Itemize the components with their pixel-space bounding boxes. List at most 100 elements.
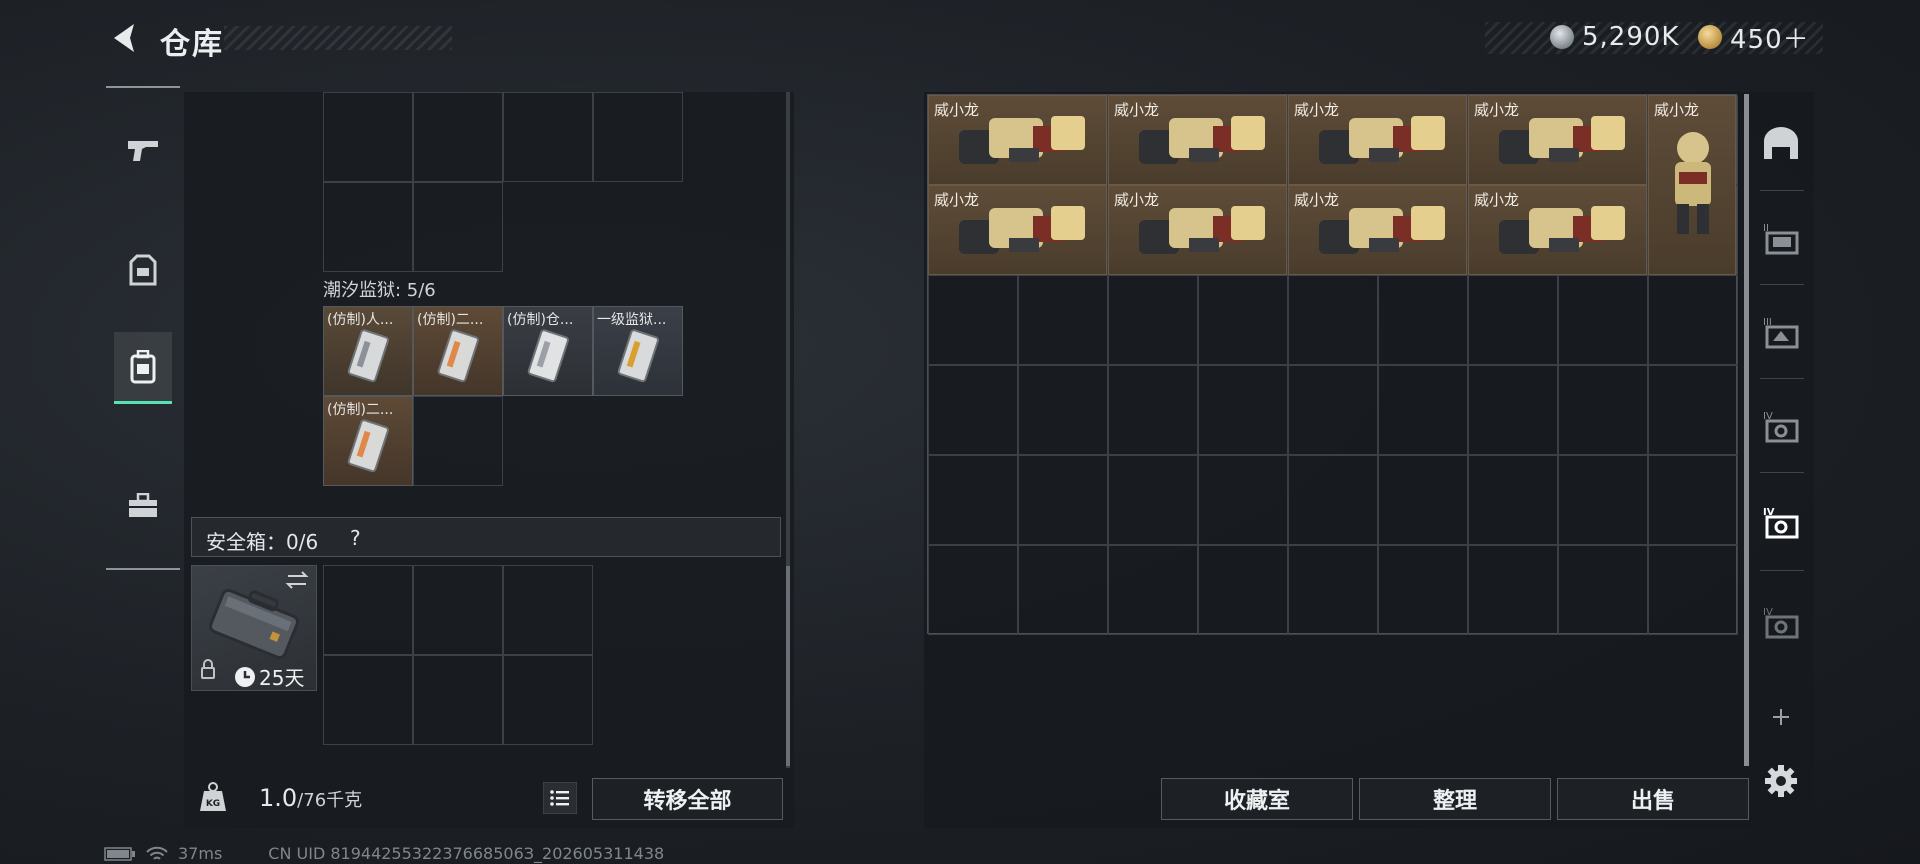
keycard-item[interactable]: (仿制)仓... [503, 306, 593, 396]
safe-grid-cell[interactable] [323, 655, 413, 745]
grid-cell[interactable] [593, 92, 683, 182]
storage-2-tab[interactable]: II [1756, 212, 1806, 262]
storage-grid-cell[interactable] [1018, 365, 1108, 455]
storage-grid-cell[interactable] [1378, 455, 1468, 545]
storage-item[interactable]: 威小龙 [1648, 95, 1736, 275]
storage-grid-cell[interactable] [928, 275, 1018, 365]
backpack-scroll-thumb[interactable] [786, 566, 790, 766]
storage-grid-cell[interactable] [1108, 275, 1198, 365]
storage-grid-cell[interactable] [928, 365, 1018, 455]
safe-box-header: 安全箱：0/6 ? [191, 517, 781, 557]
storage-grid-cell[interactable] [1288, 545, 1378, 635]
gold-coin-icon [1698, 25, 1722, 49]
safe-grid-cell[interactable] [503, 655, 593, 745]
sell-button[interactable]: 出售 [1557, 778, 1749, 820]
storage-grid-cell[interactable] [1648, 365, 1738, 455]
armor-tab[interactable] [114, 234, 172, 306]
storage-item[interactable]: 威小龙 [1468, 185, 1647, 275]
storage-main-tab[interactable] [1756, 118, 1806, 168]
storage-grid-cell[interactable] [1108, 545, 1198, 635]
storage-grid-cell[interactable] [1198, 275, 1288, 365]
storage-grid-cell[interactable] [1378, 365, 1468, 455]
storage-grid-cell[interactable] [1288, 365, 1378, 455]
ping-value: 37ms [178, 844, 223, 863]
transfer-all-button[interactable]: 转移全部 [592, 778, 783, 820]
gold-amount: 450＋ [1730, 24, 1810, 55]
storage-grid-cell[interactable] [1558, 455, 1648, 545]
help-icon[interactable]: ? [350, 526, 361, 550]
grid-cell[interactable] [323, 182, 413, 272]
storage-scrollbar[interactable] [1744, 94, 1749, 766]
storage-item[interactable]: 威小龙 [1108, 185, 1287, 275]
list-view-icon[interactable] [543, 782, 577, 814]
safe-case-slot[interactable]: 25天 [191, 565, 317, 691]
storage-grid-cell[interactable] [1378, 545, 1468, 635]
storage-grid-cell[interactable] [1468, 455, 1558, 545]
storage-grid-cell[interactable] [1558, 275, 1648, 365]
storage-item[interactable]: 威小龙 [1468, 95, 1647, 185]
storage-grid-cell[interactable] [1468, 545, 1558, 635]
expiry-timer: 25天 [234, 662, 304, 691]
plus-icon [1773, 709, 1789, 725]
storage-item[interactable]: 威小龙 [928, 185, 1107, 275]
storage-grid-cell[interactable] [1108, 365, 1198, 455]
grid-cell[interactable] [413, 182, 503, 272]
storage-item[interactable]: 威小龙 [1108, 95, 1287, 185]
storage-3-tab[interactable]: III [1756, 306, 1806, 356]
grid-cell[interactable] [503, 92, 593, 182]
storage-grid-cell[interactable] [1468, 365, 1558, 455]
storage-grid-cell[interactable] [1378, 275, 1468, 365]
storage-6-tab[interactable]: IV [1756, 596, 1806, 646]
sort-button[interactable]: 整理 [1359, 778, 1551, 820]
storage-item[interactable]: 威小龙 [928, 95, 1107, 185]
storage-grid-cell[interactable] [1468, 275, 1558, 365]
collection-room-button[interactable]: 收藏室 [1161, 778, 1353, 820]
pistol-icon [128, 141, 158, 161]
gold-currency[interactable]: 450＋ [1698, 22, 1810, 55]
grid-cell[interactable] [323, 92, 413, 182]
keycard-item[interactable]: (仿制)二... [413, 306, 503, 396]
storage-grid-cell[interactable] [1288, 455, 1378, 545]
storage-grid-cell[interactable] [1018, 545, 1108, 635]
storage-grid-cell[interactable] [1198, 365, 1288, 455]
safe-grid-cell[interactable] [323, 565, 413, 655]
gear-icon [1765, 765, 1797, 797]
backpack-tab[interactable] [114, 332, 172, 404]
weight-readout: 1.0/76千克 [259, 784, 362, 812]
back-arrow-icon[interactable] [104, 18, 144, 58]
keycard-item[interactable]: (仿制)二... [323, 396, 413, 486]
page-title: 仓库 [160, 27, 224, 62]
add-storage-tab[interactable] [1756, 692, 1806, 742]
storage-grid-cell[interactable] [928, 455, 1018, 545]
storage-grid-cell[interactable] [1018, 275, 1108, 365]
grid-cell[interactable] [413, 92, 503, 182]
storage-grid-cell[interactable] [1558, 365, 1648, 455]
tab-divider [1760, 570, 1804, 571]
storage-grid-cell[interactable] [928, 545, 1018, 635]
svg-text:KG: KG [206, 799, 220, 809]
storage-grid-cell[interactable] [1018, 455, 1108, 545]
storage-item[interactable]: 威小龙 [1288, 185, 1467, 275]
case-tab[interactable] [114, 470, 172, 542]
safe-grid-cell[interactable] [503, 565, 593, 655]
storage-grid-cell[interactable] [1648, 275, 1738, 365]
storage-grid-cell[interactable] [1198, 455, 1288, 545]
settings-button[interactable] [1756, 756, 1806, 806]
grid-cell[interactable] [413, 396, 503, 486]
storage-grid-cell[interactable] [1288, 275, 1378, 365]
keycard-item[interactable]: 一级监狱... [593, 306, 683, 396]
storage-item[interactable]: 威小龙 [1288, 95, 1467, 185]
shelf-iv-icon: IV [1763, 507, 1799, 539]
storage-grid-cell[interactable] [1648, 545, 1738, 635]
storage-5-tab[interactable]: IV [1756, 496, 1806, 546]
storage-grid-cell[interactable] [1108, 455, 1198, 545]
safe-grid-cell[interactable] [413, 565, 503, 655]
silver-currency[interactable]: 5,290K [1550, 22, 1679, 52]
keycard-item[interactable]: (仿制)人... [323, 306, 413, 396]
storage-4-tab[interactable]: IV [1756, 400, 1806, 450]
storage-grid-cell[interactable] [1558, 545, 1648, 635]
safe-grid-cell[interactable] [413, 655, 503, 745]
weapon-tab[interactable] [114, 114, 172, 186]
storage-grid-cell[interactable] [1198, 545, 1288, 635]
storage-grid-cell[interactable] [1648, 455, 1738, 545]
